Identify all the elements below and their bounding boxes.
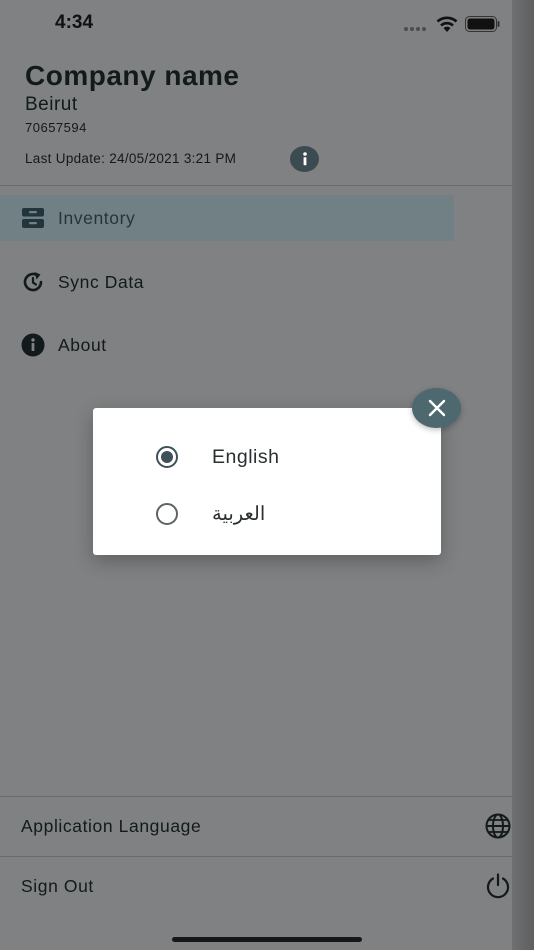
nav-item-label: About	[58, 334, 107, 355]
close-dialog-button[interactable]	[412, 388, 461, 428]
language-option-label: English	[212, 445, 280, 468]
background-page-edge	[512, 0, 534, 950]
power-icon	[486, 873, 510, 899]
last-update-text: Last Update: 24/05/2021 3:21 PM	[25, 151, 237, 166]
screen: 4:34 Company name Beirut 70657594 Last U…	[0, 0, 534, 950]
status-time: 4:34	[55, 12, 94, 33]
signal-icon	[404, 27, 426, 31]
language-option-arabic[interactable]: العربية	[93, 489, 441, 539]
language-option-label: العربية	[212, 503, 266, 525]
nav-item-label: Inventory	[58, 207, 136, 228]
company-name: Company name	[25, 60, 240, 91]
radio-dot	[161, 451, 173, 463]
info-icon	[302, 152, 307, 166]
company-phone: 70657594	[25, 120, 87, 135]
wifi-icon	[436, 16, 458, 32]
status-bar: 4:34	[0, 0, 534, 50]
application-language-row[interactable]: Application Language	[0, 797, 512, 855]
globe-icon	[485, 813, 511, 839]
header-divider	[0, 185, 512, 186]
inventory-icon	[20, 205, 46, 231]
battery-icon	[465, 16, 500, 32]
sign-out-row[interactable]: Sign Out	[0, 857, 512, 915]
language-option-english[interactable]: English	[93, 432, 441, 482]
sign-out-label: Sign Out	[21, 875, 94, 896]
sync-icon	[20, 269, 46, 295]
info-icon	[20, 332, 46, 358]
application-language-label: Application Language	[21, 815, 202, 836]
radio-button-unchecked[interactable]	[156, 503, 178, 525]
home-indicator	[172, 937, 362, 942]
language-dialog: English العربية	[93, 408, 441, 555]
nav-item-sync-data[interactable]: Sync Data	[0, 259, 454, 305]
radio-button-checked[interactable]	[156, 446, 178, 468]
last-update-info-button[interactable]	[290, 146, 319, 172]
nav-item-about[interactable]: About	[0, 322, 454, 368]
nav-item-inventory[interactable]: Inventory	[0, 195, 454, 241]
nav-item-label: Sync Data	[58, 271, 145, 292]
company-city: Beirut	[25, 94, 78, 115]
close-icon	[428, 399, 445, 417]
